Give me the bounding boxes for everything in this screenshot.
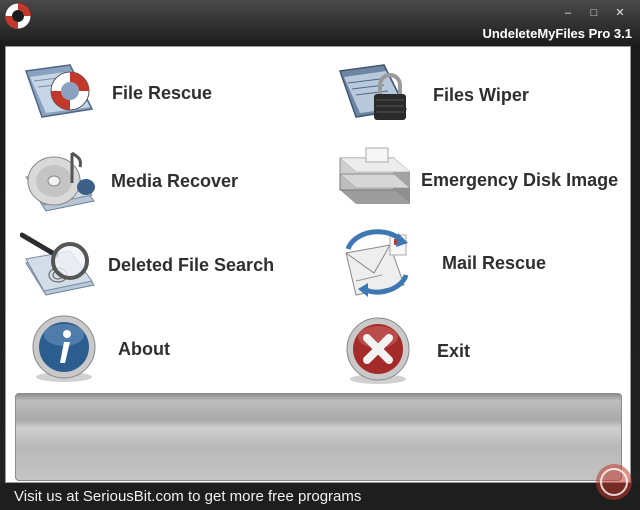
- status-panel: [15, 393, 622, 481]
- files-wiper-button[interactable]: Files Wiper: [336, 59, 529, 131]
- watermark-logo-icon: [596, 464, 632, 500]
- mail-arrow-icon: [345, 229, 409, 297]
- close-button[interactable]: ✕: [612, 6, 628, 20]
- hard-disk-icon: [339, 147, 411, 204]
- title-bar[interactable]: – □ ✕ UndeleteMyFiles Pro 3.1: [0, 0, 640, 46]
- media-recover-label: Media Recover: [111, 170, 239, 191]
- padlock-folder-icon: [338, 64, 408, 120]
- lifebuoy-app-icon[interactable]: [3, 1, 33, 31]
- about-label: About: [118, 338, 170, 359]
- deleted-file-search-button[interactable]: Deleted File Search: [20, 229, 274, 301]
- maximize-button[interactable]: □: [586, 6, 602, 20]
- files-wiper-label: Files Wiper: [433, 84, 529, 105]
- info-icon: [32, 315, 96, 382]
- emergency-disk-image-button[interactable]: Emergency Disk Image: [336, 144, 618, 216]
- magnifier-fingerprint-icon: [20, 232, 95, 296]
- app-window: – □ ✕ UndeleteMyFiles Pro 3.1 File Rescu…: [0, 0, 640, 510]
- main-panel: File Rescue Files Wiper Media Recover Em…: [5, 46, 631, 483]
- mail-rescue-button[interactable]: Mail Rescue: [336, 227, 546, 299]
- emergency-disk-image-label: Emergency Disk Image: [421, 169, 619, 190]
- lifebuoy-folder-icon: [24, 64, 94, 118]
- close-x-icon: [346, 317, 410, 384]
- mail-rescue-label: Mail Rescue: [442, 252, 547, 273]
- website-link[interactable]: Visit us at SeriousBit.com to get more f…: [14, 488, 361, 505]
- file-rescue-label: File Rescue: [112, 82, 213, 103]
- music-cd-icon: [25, 151, 95, 212]
- minimize-button[interactable]: –: [560, 6, 576, 20]
- footer-bar: Visit us at SeriousBit.com to get more f…: [0, 483, 640, 510]
- deleted-file-search-label: Deleted File Search: [108, 254, 275, 275]
- window-controls: – □ ✕: [560, 6, 628, 20]
- window-title: UndeleteMyFiles Pro 3.1: [482, 26, 632, 41]
- media-recover-button[interactable]: Media Recover: [20, 145, 238, 217]
- exit-label: Exit: [437, 340, 471, 361]
- exit-button[interactable]: Exit: [342, 315, 470, 387]
- file-rescue-button[interactable]: File Rescue: [20, 57, 212, 129]
- about-button[interactable]: About: [28, 313, 170, 385]
